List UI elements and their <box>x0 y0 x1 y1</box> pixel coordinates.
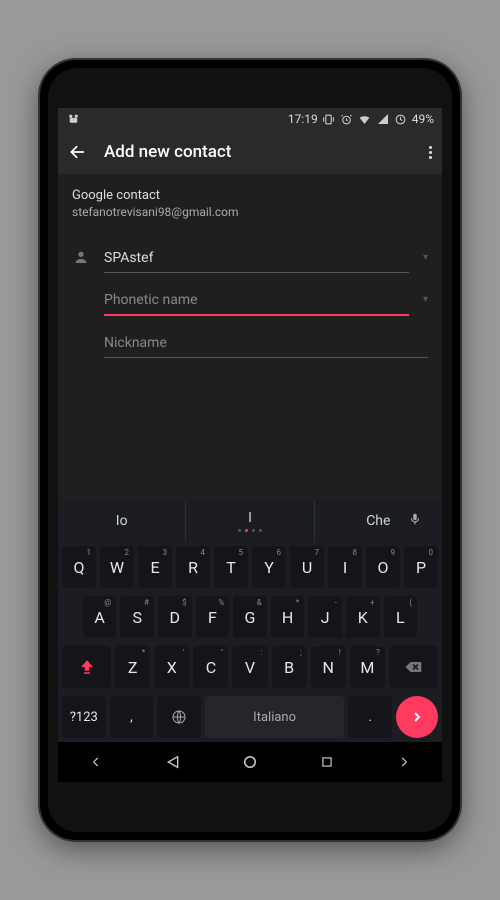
key-u[interactable]: U7 <box>290 546 324 588</box>
battery-percent: 49% <box>412 112 434 126</box>
keyboard-row-3: Z*X'C"V:B;N!M? <box>58 642 442 692</box>
nickname-field-row: Nickname <box>72 326 428 358</box>
key-p[interactable]: P0 <box>404 546 438 588</box>
key-t[interactable]: T5 <box>214 546 248 588</box>
key-z[interactable]: Z* <box>115 646 150 688</box>
suggestion-middle[interactable]: I <box>185 500 313 542</box>
key-e[interactable]: E3 <box>138 546 172 588</box>
key-w[interactable]: W2 <box>100 546 134 588</box>
nav-prev-icon[interactable] <box>71 755 121 769</box>
keyboard-row-1: Q1W2E3R4T5Y6U7I8O9P0 <box>58 542 442 592</box>
suggestion-left[interactable]: Io <box>58 500 185 542</box>
key-x[interactable]: X' <box>154 646 189 688</box>
status-bar: 17:19 49% <box>58 108 442 130</box>
keyboard-row-bottom: ?123 , Italiano . <box>58 692 442 742</box>
suggestion-right[interactable]: Che <box>314 500 442 542</box>
alarm-icon <box>340 112 354 126</box>
vibrate-icon <box>322 112 336 126</box>
suggestion-bar: Io I Che <box>58 500 442 542</box>
name-field-row: SPAstef ▾ <box>72 241 428 273</box>
key-r[interactable]: R4 <box>176 546 210 588</box>
account-type-label: Google contact <box>72 188 428 203</box>
key-y[interactable]: Y6 <box>252 546 286 588</box>
key-l[interactable]: L( <box>384 596 418 638</box>
enter-key[interactable] <box>396 696 438 738</box>
key-b[interactable]: B; <box>272 646 307 688</box>
keyboard-row-2: A@S#D$F%G&H*J-K+L( <box>58 592 442 642</box>
space-key[interactable]: Italiano <box>205 696 345 738</box>
phonetic-field-row: Phonetic name ▾ <box>72 283 428 316</box>
nav-back-icon[interactable] <box>148 754 198 770</box>
key-m[interactable]: M? <box>350 646 385 688</box>
chevron-down-icon[interactable]: ▾ <box>423 252 428 263</box>
comma-key[interactable]: , <box>110 696 154 738</box>
key-o[interactable]: O9 <box>366 546 400 588</box>
key-k[interactable]: K+ <box>346 596 380 638</box>
page-title: Add new contact <box>104 142 231 162</box>
name-input[interactable]: SPAstef <box>104 241 409 273</box>
sync-icon <box>394 112 408 126</box>
keyboard: Io I Che Q1W2E3R4T5Y6U7I8O9P0 A@S#D$F%G&… <box>58 500 442 742</box>
key-s[interactable]: S# <box>120 596 154 638</box>
nickname-input[interactable]: Nickname <box>104 326 428 358</box>
key-n[interactable]: N! <box>311 646 346 688</box>
key-v[interactable]: V: <box>232 646 267 688</box>
chevron-down-icon[interactable]: ▾ <box>423 294 428 305</box>
key-f[interactable]: F% <box>196 596 230 638</box>
key-a[interactable]: A@ <box>83 596 117 638</box>
key-i[interactable]: I8 <box>328 546 362 588</box>
shift-key[interactable] <box>62 646 111 688</box>
person-icon <box>72 249 90 265</box>
period-key[interactable]: . <box>348 696 392 738</box>
overflow-menu-icon[interactable] <box>429 146 432 159</box>
key-g[interactable]: G& <box>233 596 267 638</box>
key-h[interactable]: H* <box>271 596 305 638</box>
nav-recent-icon[interactable] <box>302 755 352 769</box>
contact-form: Google contact stefanotrevisani98@gmail.… <box>58 174 442 500</box>
notification-icon <box>66 112 80 126</box>
navigation-bar <box>58 742 442 782</box>
language-key[interactable] <box>157 696 201 738</box>
app-bar: Add new contact <box>58 130 442 174</box>
key-c[interactable]: C" <box>193 646 228 688</box>
wifi-icon <box>358 112 372 126</box>
backspace-key[interactable] <box>389 646 438 688</box>
account-email: stefanotrevisani98@gmail.com <box>72 205 428 219</box>
phonetic-name-input[interactable]: Phonetic name <box>104 283 409 316</box>
nav-home-icon[interactable] <box>225 753 275 771</box>
symbols-key[interactable]: ?123 <box>62 696 106 738</box>
nav-next-icon[interactable] <box>379 755 429 769</box>
back-arrow-icon[interactable] <box>68 142 88 162</box>
key-q[interactable]: Q1 <box>62 546 96 588</box>
mic-icon[interactable] <box>408 512 422 526</box>
signal-icon <box>376 112 390 126</box>
key-j[interactable]: J- <box>308 596 342 638</box>
key-d[interactable]: D$ <box>158 596 192 638</box>
status-time: 17:19 <box>288 112 318 126</box>
